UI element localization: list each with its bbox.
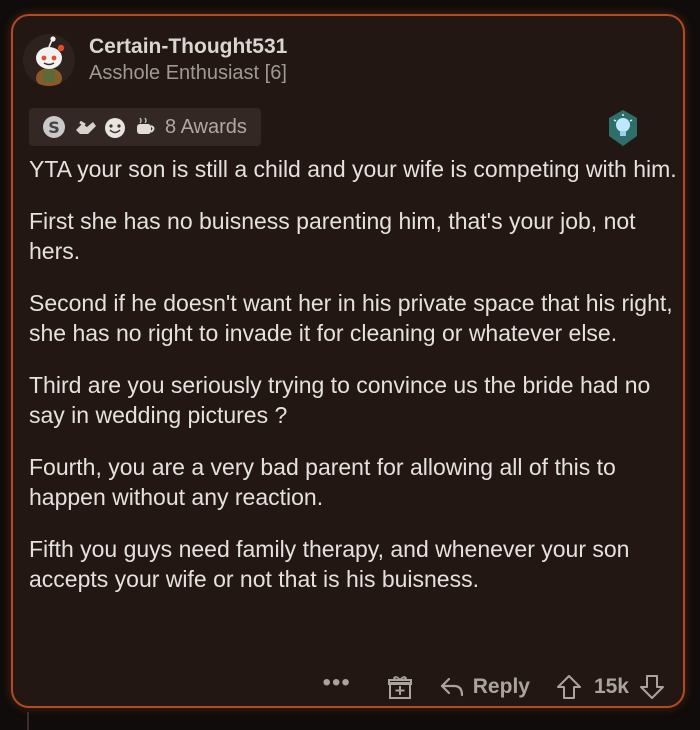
lightbulb-icon	[609, 110, 637, 146]
reply-button[interactable]: Reply	[473, 675, 530, 699]
silver-award-icon: S	[43, 116, 65, 138]
user-avatar[interactable]	[23, 34, 75, 86]
thread-line	[27, 712, 29, 730]
comment-actions: ••• Reply 15k	[323, 671, 665, 702]
comment-paragraph: Second if he doesn't want her in his pri…	[29, 290, 673, 346]
upvote-arrow-icon[interactable]	[556, 674, 582, 700]
comment-paragraph: First she has no buisness parenting him,…	[29, 208, 636, 264]
vote-score: 15k	[593, 675, 629, 698]
handshake-award-icon	[76, 120, 96, 134]
tea-award-icon	[137, 117, 155, 134]
comment-paragraph: YTA your son is still a child and your w…	[29, 156, 677, 182]
downvote-arrow-icon[interactable]	[639, 674, 665, 700]
author-block: Certain-Thought531 Asshole Enthusiast [6…	[89, 34, 287, 86]
user-flair: Asshole Enthusiast [6]	[89, 62, 287, 84]
snoo-avatar-icon	[23, 34, 75, 86]
wholesome-award-icon	[105, 118, 125, 138]
comment-card: Certain-Thought531 Asshole Enthusiast [6…	[11, 14, 685, 708]
more-options-button[interactable]: •••	[323, 671, 351, 701]
awards-count: 8 Awards	[165, 115, 247, 138]
awards-bar[interactable]: S 8 Awards	[29, 108, 261, 146]
comment-paragraph: Fourth, you are a very bad parent for al…	[29, 454, 616, 510]
comment-body: YTA your son is still a child and your w…	[29, 154, 679, 616]
gift-icon[interactable]	[387, 674, 413, 700]
username-link[interactable]: Certain-Thought531	[89, 34, 287, 60]
svg-text:S: S	[48, 118, 60, 137]
reply-arrow-icon[interactable]	[439, 675, 465, 699]
comment-header: Certain-Thought531 Asshole Enthusiast [6…	[23, 30, 287, 90]
comment-paragraph: Third are you seriously trying to convin…	[29, 372, 651, 428]
comment-paragraph: Fifth you guys need family therapy, and …	[29, 536, 630, 592]
